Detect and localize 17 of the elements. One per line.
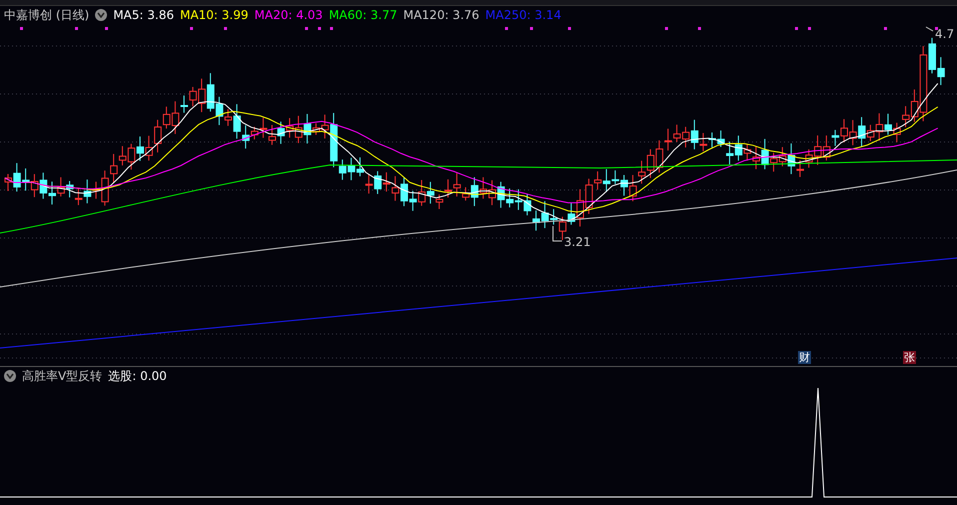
leader-line [552, 226, 562, 242]
indicator-title: 高胜率V型反转 [22, 368, 102, 385]
moving-average-label: MA20: 4.03 [254, 7, 323, 24]
indicator-value: 选股: 0.00 [108, 368, 167, 385]
moving-average-label: MA250: 3.14 [485, 7, 562, 24]
dropdown-icon[interactable] [95, 9, 108, 21]
dropdown-icon[interactable] [4, 370, 16, 382]
leader-line [926, 26, 934, 32]
event-badge[interactable]: 财 [798, 351, 811, 364]
moving-average-label: MA120: 3.76 [403, 7, 480, 24]
price-label: 3.21 [564, 234, 591, 251]
event-badge[interactable]: 张 [903, 351, 916, 364]
price-label: 4.7 [935, 26, 954, 43]
stock-title: 中嘉博创 (日线) [4, 7, 90, 24]
moving-average-label: MA5: 3.86 [113, 7, 174, 24]
moving-average-label: MA60: 3.77 [328, 7, 398, 24]
moving-average-label: MA10: 3.99 [180, 7, 248, 24]
